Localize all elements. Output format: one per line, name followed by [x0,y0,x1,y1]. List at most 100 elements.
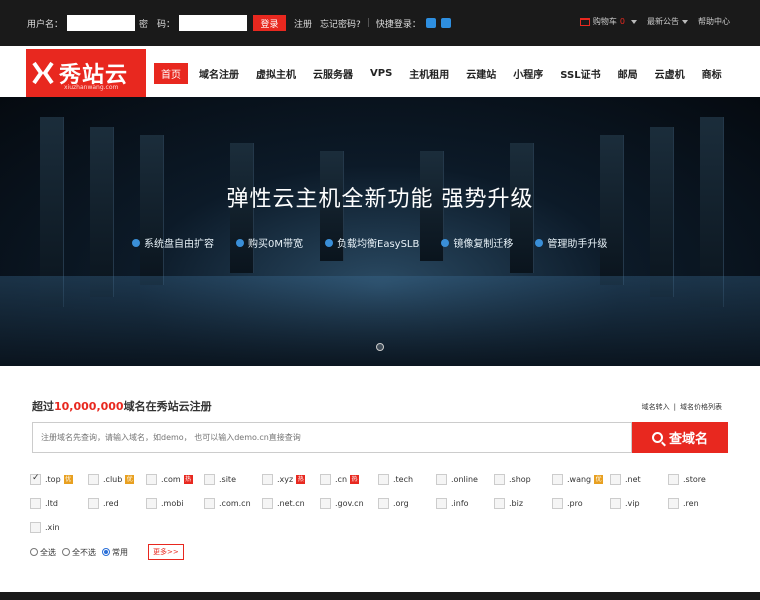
tld-select-radios: 全选 全不选 常用 更多>> [30,544,184,560]
tld-option[interactable]: .com.cn [204,498,251,509]
tld-checkbox[interactable] [146,474,157,485]
tld-option[interactable]: .biz [494,498,523,509]
tld-option[interactable]: .wang 优 [552,474,604,485]
tld-checkbox[interactable] [146,498,157,509]
tld-checkbox[interactable] [88,474,99,485]
domain-search-section: 超过10,000,000域名在秀站云注册 域名转入| 域名价格列表 查域名 .to… [0,366,760,592]
tld-checkbox[interactable] [30,522,41,533]
tld-checkbox[interactable] [494,498,505,509]
tld-label: .pro [567,499,583,508]
tld-checkbox[interactable] [30,498,41,509]
tld-checkbox[interactable] [436,474,447,485]
radio-circle[interactable] [102,548,110,556]
tld-checkbox[interactable] [88,498,99,509]
nav-item-vps[interactable]: VPS [370,68,392,79]
radio-select-none[interactable]: 全不选 [62,547,96,558]
feature-item: 负载均衡EasySLB [325,235,419,250]
tld-checkbox[interactable] [668,498,679,509]
nav-item-cloud-vm[interactable]: 云虚机 [655,66,685,81]
radio-circle[interactable] [62,548,70,556]
tld-checkbox[interactable] [262,474,273,485]
tld-checkbox[interactable] [262,498,273,509]
carousel-indicator[interactable] [376,343,384,351]
top-right-links: 购物车 0 最新公告 帮助中心 [570,16,730,27]
tld-checkbox[interactable] [610,474,621,485]
news-link[interactable]: 最新公告 [647,16,688,27]
nav-item-site-builder[interactable]: 云建站 [466,66,496,81]
domain-side-links: 域名转入 | 域名价格列表 [642,402,722,412]
tld-checkbox[interactable] [204,498,215,509]
tld-option[interactable]: .net [610,474,641,485]
tld-checkbox[interactable] [552,474,563,485]
nav-item-domain[interactable]: 域名注册 [199,66,239,81]
tld-checkbox[interactable] [320,474,331,485]
cart-link[interactable]: 购物车 0 [579,16,637,27]
tld-checkbox[interactable] [378,498,389,509]
radio-select-all[interactable]: 全选 [30,547,56,558]
tld-checkbox[interactable] [610,498,621,509]
headline-prefix: 超过 [32,400,54,413]
tld-option[interactable]: .red [88,498,119,509]
bullet-icon [441,238,450,247]
username-input[interactable] [67,15,136,31]
help-link[interactable]: 帮助中心 [698,16,730,27]
nav-item-trademark[interactable]: 商标 [702,66,722,81]
tld-option[interactable]: .net.cn [262,498,305,509]
tld-checkbox[interactable] [30,473,41,485]
tld-option[interactable]: .tech [378,474,413,485]
tld-option[interactable]: .online [436,474,478,485]
login-button[interactable]: 登录 [253,15,287,31]
bullet-icon [236,238,244,247]
tld-option[interactable]: .shop [494,474,531,485]
tld-option[interactable]: .ren [668,498,699,509]
tld-option[interactable]: .info [436,498,469,509]
tld-option[interactable]: .ltd [30,498,58,509]
tld-option[interactable]: .store [668,474,706,485]
tld-option[interactable]: .gov.cn [320,498,364,509]
nav-item-home[interactable]: 首页 [154,63,188,84]
tld-option[interactable]: .vip [610,498,640,509]
tld-label: .shop [509,475,531,484]
logo[interactable]: 秀站云 xiuzhanwang.com [26,49,146,97]
tld-checkbox[interactable] [552,498,563,509]
tld-option[interactable]: .xyz 热 [262,474,306,485]
nav-item-host-rental[interactable]: 主机租用 [409,66,449,81]
alipay-login-icon[interactable] [425,18,436,28]
domain-search-input[interactable] [33,423,631,452]
nav-item-mail[interactable]: 邮局 [618,66,638,81]
radio-circle[interactable] [30,548,38,556]
tld-option[interactable]: .mobi [146,498,184,509]
domain-search-button[interactable]: 查域名 [632,422,728,453]
password-input[interactable] [179,15,248,31]
nav-item-mini-program[interactable]: 小程序 [513,66,543,81]
tld-option[interactable]: .xin [30,522,60,533]
register-link[interactable]: 注册 [294,17,312,30]
tld-checkbox[interactable] [494,474,505,485]
tld-option[interactable]: .com 热 [146,474,193,485]
tld-checkbox[interactable] [320,498,331,509]
tld-option[interactable]: .cn 热 [320,474,360,485]
tld-option[interactable]: .club 优 [88,474,135,485]
radio-select-common[interactable]: 常用 [102,547,128,558]
nav-item-virtual-host[interactable]: 虚拟主机 [256,66,296,81]
tld-option[interactable]: .site [204,474,236,485]
divider: | [366,18,370,28]
more-tlds-button[interactable]: 更多>> [148,544,184,560]
domain-price-list-link[interactable]: 域名价格列表 [680,403,722,411]
nav-item-cloud-server[interactable]: 云服务器 [313,66,353,81]
tld-option[interactable]: .top优 [30,473,73,485]
forgot-password-link[interactable]: 忘记密码? [320,17,361,30]
qq-login-icon[interactable] [440,18,451,28]
headline-number: 10,000,000 [54,400,124,413]
domain-transfer-link[interactable]: 域名转入 [642,403,670,411]
news-label: 最新公告 [647,17,679,26]
hero-banner[interactable]: 弹性云主机全新功能 强势升级 系统盘自由扩容 购买0M带宽 负载均衡EasySL… [0,97,760,366]
tld-option[interactable]: .pro [552,498,583,509]
tld-checkbox[interactable] [204,474,215,485]
nav-item-ssl[interactable]: SSL证书 [560,66,600,81]
tld-checkbox[interactable] [668,474,679,485]
tld-checkbox[interactable] [378,474,389,485]
tld-checkbox[interactable] [436,498,447,509]
tld-option[interactable]: .org [378,498,409,509]
tld-label: .club [103,475,123,484]
